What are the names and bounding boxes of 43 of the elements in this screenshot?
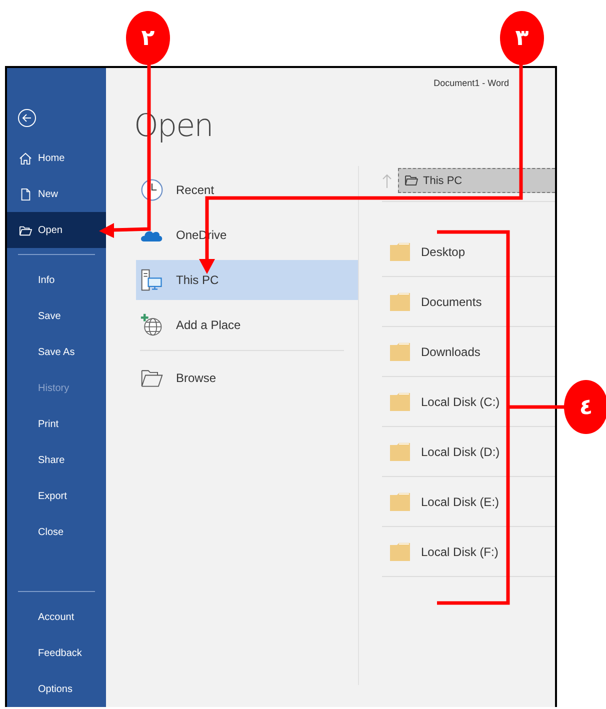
folder-item[interactable]: Local Disk (C:) [382, 377, 555, 427]
folder-icon [390, 242, 410, 260]
callout-marker: ٤ [564, 380, 606, 434]
globe-plus-icon [140, 313, 164, 337]
folder-item[interactable]: Desktop [382, 227, 555, 277]
sidebar-item[interactable]: Export [7, 478, 106, 514]
folder-icon [390, 292, 410, 310]
sidebar-item[interactable]: Share [7, 442, 106, 478]
sidebar-item[interactable]: Save [7, 298, 106, 334]
folder-item[interactable]: Local Disk (F:) [382, 527, 555, 577]
sidebar-item[interactable]: Feedback [7, 635, 106, 671]
folder-icon [390, 492, 410, 510]
location-item[interactable]: This PC [136, 260, 358, 300]
folder-icon [390, 342, 410, 360]
window-title: Document1 - Word [434, 78, 509, 88]
folder-item[interactable]: Documents [382, 277, 555, 327]
location-item[interactable]: Recent [136, 170, 358, 210]
folder-item[interactable]: Downloads [382, 327, 555, 377]
sidebar-item[interactable]: Info [7, 262, 106, 298]
sidebar-item[interactable]: Close [7, 514, 106, 550]
sidebar-item[interactable]: Open [7, 212, 106, 248]
folder-icon [390, 442, 410, 460]
sidebar-item[interactable]: Save As [7, 334, 106, 370]
breadcrumb-bar[interactable]: This PC [398, 168, 555, 193]
clock-icon [140, 178, 164, 202]
sidebar-item[interactable]: Print [7, 406, 106, 442]
callout-marker: ٢ [126, 11, 170, 65]
folder-icon [390, 392, 410, 410]
callout-marker: ٣ [500, 11, 544, 65]
home-icon [19, 152, 32, 164]
sidebar-item[interactable]: Home [7, 140, 106, 176]
browse-button[interactable]: Browse [136, 358, 358, 398]
sidebar-item[interactable]: New [7, 176, 106, 212]
computer-icon [140, 268, 164, 292]
sidebar-item[interactable]: Options [7, 671, 106, 707]
folder-icon [19, 224, 32, 236]
folder-item[interactable]: Local Disk (D:) [382, 427, 555, 477]
folder-item[interactable]: Local Disk (E:) [382, 477, 555, 527]
folder-icon [390, 542, 410, 560]
page-icon [19, 188, 32, 200]
sidebar-item[interactable]: Account [7, 599, 106, 635]
back-button[interactable] [17, 108, 37, 128]
location-item[interactable]: Add a Place [136, 305, 358, 345]
